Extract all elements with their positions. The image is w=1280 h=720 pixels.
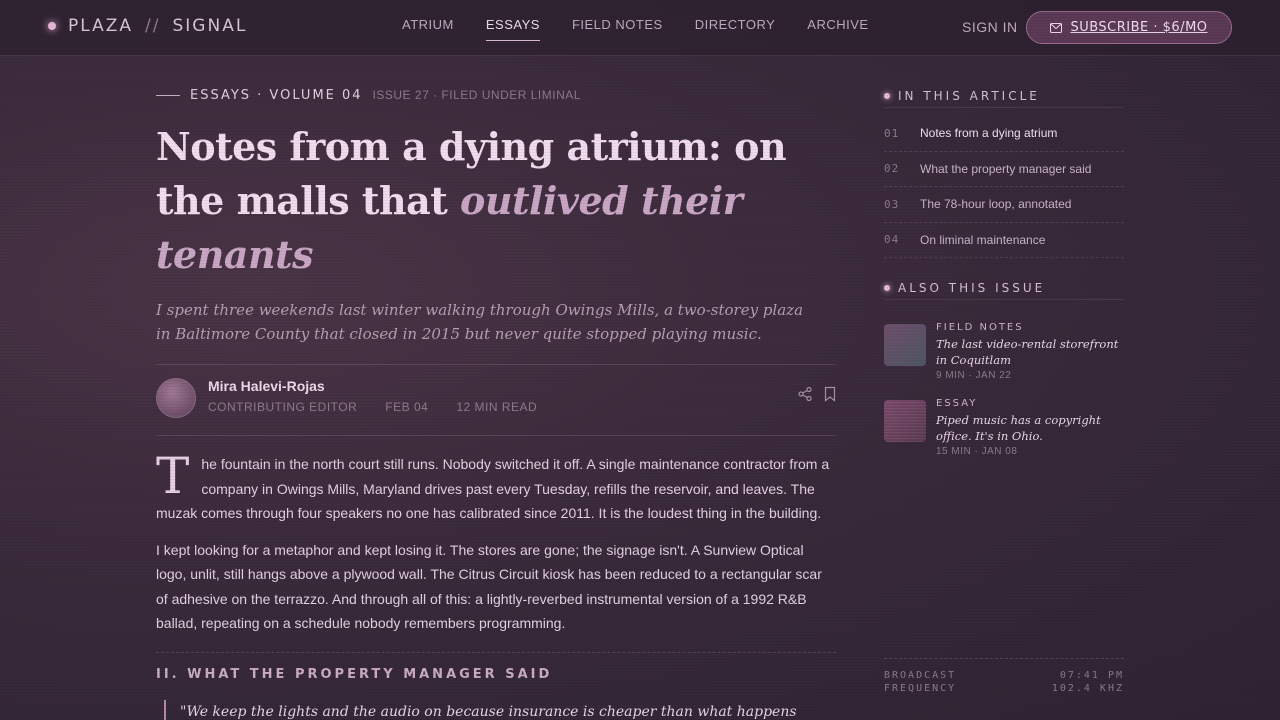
author-name[interactable]: Mira Halevi-Rojas (208, 378, 325, 394)
article-kicker: ESSAYS · VOLUME 04 ISSUE 27 · FILED UNDE… (156, 80, 836, 110)
kicker-meta: ISSUE 27 · FILED UNDER LIMINAL (372, 88, 581, 102)
nav-item-archive[interactable]: ARCHIVE (807, 17, 868, 41)
also-dot-icon (884, 284, 890, 291)
toc-dot-icon (884, 92, 890, 99)
brand-name-right: SIGNAL (172, 16, 248, 36)
related-article-card[interactable]: ESSAY Piped music has a copyright office… (884, 388, 1124, 464)
nav-item-field-notes[interactable]: FIELD NOTES (572, 17, 663, 41)
paragraph-1-text: he fountain in the north court still run… (156, 456, 830, 521)
sign-in-link[interactable]: SIGN IN (962, 19, 1018, 35)
article: ESSAYS · VOLUME 04 ISSUE 27 · FILED UNDE… (156, 80, 836, 720)
pull-quote: "We keep the lights and the audio on bec… (164, 699, 824, 720)
sidebar: IN THIS ARTICLE 01 Notes from a dying at… (884, 84, 1124, 464)
toc-item[interactable]: 04 On liminal maintenance (884, 223, 1124, 258)
paragraph-1: The fountain in the north court still ru… (156, 447, 836, 526)
related-article-card[interactable]: FIELD NOTES The last video-rental storef… (884, 312, 1124, 388)
toc-item[interactable]: 03 The 78-hour loop, annotated (884, 187, 1124, 223)
brand-separator: // (145, 16, 161, 36)
kicker-section[interactable]: ESSAYS · VOLUME 04 (190, 88, 363, 103)
top-bar: PLAZA // SIGNAL ATRIUM ESSAYS FIELD NOTE… (0, 0, 1280, 56)
frequency-label: FREQUENCY (884, 683, 957, 694)
related-category: FIELD NOTES (936, 322, 1024, 333)
related-thumbnail (884, 324, 926, 366)
byline: Mira Halevi-Rojas CONTRIBUTING EDITOR FE… (156, 364, 836, 436)
broadcast-info: BROADCAST 07:41 PM FREQUENCY 102.4 KHZ (884, 658, 1124, 695)
article-body: The fountain in the north court still ru… (156, 447, 836, 636)
toc-item-number: 01 (884, 126, 900, 140)
article-title: Notes from a dying atrium: on the malls … (156, 120, 836, 282)
related-thumbnail (884, 400, 926, 442)
related-meta: 9 MIN · JAN 22 (936, 370, 1012, 381)
kicker-rule (156, 94, 180, 96)
publish-date: FEB 04 (385, 400, 429, 414)
toc-item-title: Notes from a dying atrium (920, 126, 1058, 141)
also-heading-label: ALSO THIS ISSUE (898, 280, 1046, 295)
section-heading: II. WHAT THE PROPERTY MANAGER SAID (156, 651, 836, 682)
toc-item-title: On liminal maintenance (920, 232, 1046, 247)
toc-item-number: 02 (884, 162, 900, 176)
toc-heading-label: IN THIS ARTICLE (898, 88, 1040, 103)
toc-item[interactable]: 01 Notes from a dying atrium (884, 116, 1124, 152)
nav-item-directory[interactable]: DIRECTORY (695, 17, 776, 41)
also-heading: ALSO THIS ISSUE (884, 276, 1124, 300)
paragraph-2: I kept looking for a metaphor and kept l… (156, 541, 822, 632)
broadcast-time: 07:41 PM (1059, 670, 1124, 681)
frequency-value: 102.4 KHZ (1051, 683, 1124, 694)
subscribe-button[interactable]: SUBSCRIBE · $6/MO (1026, 11, 1232, 44)
related-category: ESSAY (936, 398, 978, 409)
toc-item-title: The 78-hour loop, annotated (920, 197, 1072, 212)
share-icon[interactable] (796, 385, 814, 403)
drop-cap: T (156, 447, 190, 505)
article-dek: I spent three weekends last winter walki… (156, 301, 804, 343)
read-time: 12 MIN READ (456, 400, 538, 414)
mail-icon (1050, 22, 1063, 33)
brand-logo[interactable]: PLAZA // SIGNAL (48, 16, 247, 36)
nav-item-atrium[interactable]: ATRIUM (402, 17, 454, 41)
article-meta: CONTRIBUTING EDITOR FEB 04 12 MIN READ (208, 400, 537, 414)
table-of-contents: 01 Notes from a dying atrium 02 What the… (884, 116, 1124, 258)
brand-name-left: PLAZA (68, 16, 134, 36)
author-role: CONTRIBUTING EDITOR (208, 400, 358, 414)
main-nav: ATRIUM ESSAYS FIELD NOTES DIRECTORY ARCH… (402, 17, 869, 41)
toc-heading: IN THIS ARTICLE (884, 84, 1124, 108)
toc-item-number: 04 (884, 233, 900, 247)
related-title: Piped music has a copyright office. It's… (936, 413, 1101, 443)
nav-item-essays[interactable]: ESSAYS (485, 17, 540, 41)
broadcast-label: BROADCAST (884, 670, 957, 681)
toc-item-title: What the property manager said (920, 161, 1092, 176)
subscribe-label: SUBSCRIBE · $6/MO (1070, 20, 1208, 35)
author-avatar[interactable] (156, 378, 196, 418)
related-meta: 15 MIN · JAN 08 (936, 446, 1018, 457)
brand-dot-icon (48, 22, 56, 30)
related-title: The last video-rental storefront in Coqu… (936, 337, 1119, 367)
bookmark-icon[interactable] (822, 385, 838, 403)
toc-item[interactable]: 02 What the property manager said (884, 152, 1124, 187)
also-this-issue: ALSO THIS ISSUE FIELD NOTES The last vid… (884, 276, 1124, 464)
toc-item-number: 03 (884, 197, 900, 211)
